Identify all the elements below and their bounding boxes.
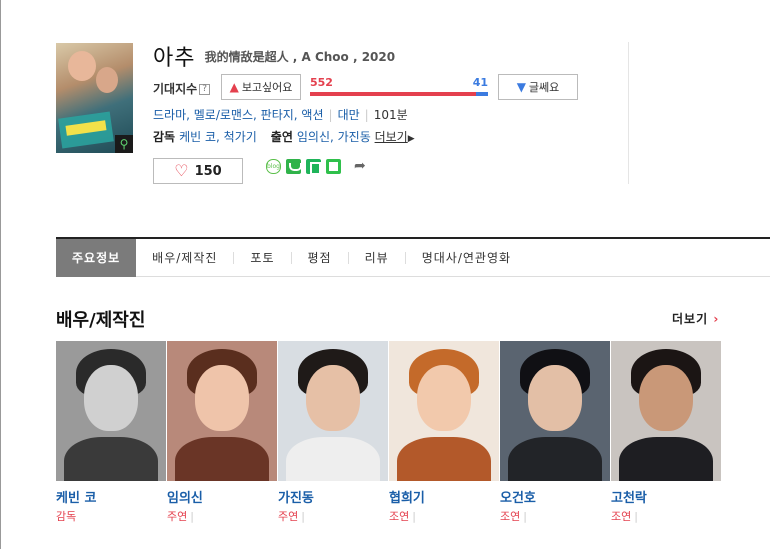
not-sure-button[interactable]: ▼ 글쎄요 [498,74,578,100]
section-title: 배우/제작진 [56,310,146,331]
cast-role-text: 주연 [167,510,188,523]
cast-role: 조연 | [611,510,638,523]
help-icon[interactable]: ? [199,84,211,95]
expectation-bar-fill [310,92,476,96]
band-icon[interactable] [286,158,302,174]
cast-photo[interactable] [56,341,166,481]
divider: | [364,108,369,122]
want-to-see-button[interactable]: ▲ 보고싶어요 [221,74,301,100]
cast-card[interactable]: 오건호 조연 | [500,341,611,524]
left-border [0,0,1,549]
divider: | [328,108,333,122]
cast-name[interactable]: 케빈 코 [56,487,167,506]
cafe-icon[interactable] [326,158,341,174]
movie-poster[interactable]: ⚲ [56,43,133,153]
title-korean: 아추 [153,46,196,71]
genre-link[interactable]: 판타지 [261,108,294,122]
not-sure-label: 글쎄요 [528,81,560,94]
expectation-bar: 552 41 [310,76,488,98]
cast-role: 조연 | [500,510,527,523]
chevron-right-icon: › [713,312,720,326]
cast-card[interactable]: 협희기 조연 | [389,341,500,524]
cast-role-text: 조연 [500,510,521,523]
tab-main-info[interactable]: 주요정보 [56,238,137,277]
cast-name[interactable]: 가진동 [278,487,389,506]
runtime: 101분 [373,108,408,122]
thumbs-down-icon: ▼ [516,80,526,94]
tab-review[interactable]: 리뷰 [349,239,405,277]
cast-name[interactable]: 오건호 [500,487,611,506]
credits: 감독 케빈 코, 척가기 출연 임의신, 가진동 더보기▶ [153,128,415,145]
bookmark-icon[interactable] [306,158,321,175]
poster-figure [96,67,118,93]
cast-label: 출연 [270,130,293,144]
cast-photo[interactable] [389,341,499,481]
cast-card[interactable]: 케빈 코 감독 [56,341,167,524]
thumbs-up-icon: ▲ [229,80,239,94]
cast-role: 조연 | [389,510,416,523]
share-icon[interactable]: ➦ [354,158,366,174]
divider [628,42,629,184]
expectation-text: 기대지수 [153,82,198,96]
expectation-label: 기대지수? [153,80,211,97]
tab-quotes-related[interactable]: 명대사/연관영화 [406,239,527,277]
heart-icon: ♡ [174,161,189,180]
movie-title: 아추 我的情敌是超人 , A Choo , 2020 [153,40,395,72]
movie-meta: 드라마, 멜로/로맨스, 판타지, 액션 | 대만 | 101분 [153,108,408,122]
country-link[interactable]: 대만 [338,108,360,122]
section-more-link[interactable]: 더보기 › [672,310,719,327]
cast-photo[interactable] [611,341,721,481]
tab-bar: 주요정보 배우/제작진 포토 평점 리뷰 명대사/연관영화 [56,237,770,277]
blog-icon[interactable]: blog [266,158,281,174]
tab-cast-crew[interactable]: 배우/제작진 [136,239,233,277]
poster-figure [68,51,96,81]
tab-photo[interactable]: 포토 [234,239,290,277]
like-count: 150 [194,163,222,179]
cast-name[interactable]: 협희기 [389,487,500,506]
cast-card[interactable]: 고천락 조연 | [611,341,722,524]
credits-more-link[interactable]: 더보기 [375,130,408,144]
cast-role-text: 조연 [389,510,410,523]
genre-link[interactable]: 멜로/로맨스 [194,108,253,122]
cast-card[interactable]: 임의신 주연 | [167,341,278,524]
want-to-see-label: 보고싶어요 [241,81,293,94]
cast-role: 감독 [56,508,167,524]
want-count: 552 [310,76,333,89]
tab-rating[interactable]: 평점 [292,239,348,277]
cast-role-text: 감독 [56,510,77,523]
cast-role-text: 조연 [611,510,632,523]
cast-role: 주연 | [278,510,305,523]
cast-card[interactable]: 가진동 주연 | [278,341,389,524]
cast-names[interactable]: 임의신, 가진동 [297,130,371,144]
cast-role: 주연 | [167,510,194,523]
director-label: 감독 [153,130,176,144]
section-more-label: 더보기 [672,312,709,326]
cast-list: 케빈 코 감독 임의신 주연 | 가진동 주연 | 협희기 조연 | 오건호 조… [56,341,722,524]
cast-name[interactable]: 임의신 [167,487,278,506]
expectation-bar-track [310,92,488,96]
director-names[interactable]: 케빈 코, 척가기 [179,130,257,144]
share-toolbar: blog ➦ [266,158,366,175]
genre-link[interactable]: 액션 [301,108,323,122]
zoom-icon[interactable]: ⚲ [115,135,133,153]
cast-photo[interactable] [278,341,388,481]
dont-count: 41 [472,76,488,89]
chevron-right-icon: ▶ [407,134,415,144]
cast-role-text: 주연 [278,510,299,523]
cast-photo[interactable] [167,341,277,481]
cast-photo[interactable] [500,341,610,481]
cast-name[interactable]: 고천락 [611,487,722,506]
genre-link[interactable]: 드라마 [153,108,186,122]
title-original: 我的情敌是超人 , A Choo , 2020 [204,49,396,64]
like-button[interactable]: ♡ 150 [153,158,243,184]
